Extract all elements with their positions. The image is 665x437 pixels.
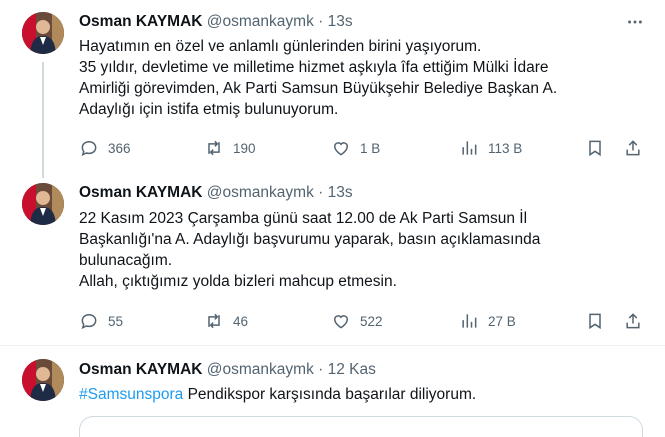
reply-icon: [81, 313, 97, 330]
views-icon: [462, 314, 477, 328]
reply-icon: [81, 140, 97, 157]
retweet-count: 190: [233, 140, 256, 156]
like-button[interactable]: 522: [331, 309, 383, 333]
share-button[interactable]: [623, 136, 643, 160]
retweet-count: 46: [233, 313, 249, 329]
views-button[interactable]: 113 B: [459, 136, 522, 160]
separator-dot: ·: [318, 184, 324, 201]
tweet-text: 22 Kasım 2023 Çarşamba günü saat 12.00 d…: [79, 208, 639, 292]
separator-dot: ·: [318, 13, 324, 30]
reply-count: 55: [108, 313, 124, 329]
hashtag-link[interactable]: #Samsunspora: [79, 386, 183, 403]
tweet-text-line: bulunacağım.: [79, 252, 173, 269]
tweet-text-line: 35 yıldır, devletime ve milletime hizmet…: [79, 59, 549, 76]
like-count: 1 B: [360, 140, 381, 156]
more-options-icon[interactable]: [625, 12, 645, 32]
author-name[interactable]: Osman KAYMAK: [79, 361, 202, 378]
tweet-actions: 55 46 522 27 B: [79, 309, 649, 333]
like-count: 522: [360, 313, 383, 329]
timestamp[interactable]: 12 Kas: [328, 361, 376, 378]
tweet-text-line: Amirliği görevimden, Ak Parti Samsun Büy…: [79, 80, 558, 97]
share-icon: [626, 140, 640, 156]
avatar-image: [22, 12, 64, 54]
avatar[interactable]: [22, 183, 64, 225]
media-card-edge: [79, 416, 643, 437]
author-handle[interactable]: @osmankaymk: [207, 361, 314, 378]
tweet-text-line: #Samsunspora Pendikspor karşısında başar…: [79, 384, 639, 405]
tweet-text: #Samsunspora Pendikspor karşısında başar…: [79, 384, 639, 405]
retweet-icon: [208, 313, 220, 329]
share-button[interactable]: [623, 309, 643, 333]
avatar[interactable]: [22, 359, 64, 401]
heart-icon: [333, 315, 349, 329]
author-handle[interactable]: @osmankaymk: [207, 13, 314, 30]
tweet-text-rest: Pendikspor karşısında başarılar diliyoru…: [183, 386, 477, 403]
tweet-text-line: 22 Kasım 2023 Çarşamba günü saat 12.00 d…: [79, 210, 528, 227]
reply-count: 366: [108, 140, 131, 156]
tweet-actions: 366 190 1 B 113 B: [79, 136, 649, 160]
views-count: 113 B: [488, 140, 523, 156]
thread-line: [42, 62, 44, 178]
bookmark-icon: [589, 140, 601, 157]
views-count: 27 B: [488, 313, 516, 329]
like-button[interactable]: 1 B: [331, 136, 380, 160]
timestamp[interactable]: 13s: [328, 184, 353, 201]
separator-dot: ·: [318, 361, 324, 378]
timestamp[interactable]: 13s: [328, 13, 353, 30]
avatar-image: [22, 183, 64, 225]
tweet-text-line: Adaylığı için istifa etmiş bulunuyorum.: [79, 101, 339, 118]
views-icon: [462, 141, 477, 155]
share-icon: [626, 313, 640, 329]
views-button[interactable]: 27 B: [459, 309, 516, 333]
tweet-text: Hayatımın en özel ve anlamlı günlerinden…: [79, 36, 639, 120]
tweet-divider: [0, 345, 665, 346]
heart-icon: [333, 142, 349, 156]
bookmark-button[interactable]: [585, 309, 605, 333]
tweet-text-line: Hayatımın en özel ve anlamlı günlerinden…: [79, 38, 482, 55]
avatar-image: [22, 359, 64, 401]
reply-button[interactable]: 55: [79, 309, 123, 333]
bookmark-button[interactable]: [585, 136, 605, 160]
retweet-button[interactable]: 190: [204, 136, 256, 160]
author-handle[interactable]: @osmankaymk: [207, 184, 314, 201]
bookmark-icon: [589, 313, 601, 330]
tweet-text-line: Allah, çıktığımız yolda bizleri mahcup e…: [79, 273, 397, 290]
tweet-text-line: Başkanlığı'na A. Adaylığı başvurumu yapa…: [79, 231, 541, 248]
author-name[interactable]: Osman KAYMAK: [79, 13, 202, 30]
retweet-icon: [208, 140, 220, 156]
retweet-button[interactable]: 46: [204, 309, 248, 333]
avatar[interactable]: [22, 12, 64, 54]
reply-button[interactable]: 366: [79, 136, 131, 160]
author-name[interactable]: Osman KAYMAK: [79, 184, 202, 201]
